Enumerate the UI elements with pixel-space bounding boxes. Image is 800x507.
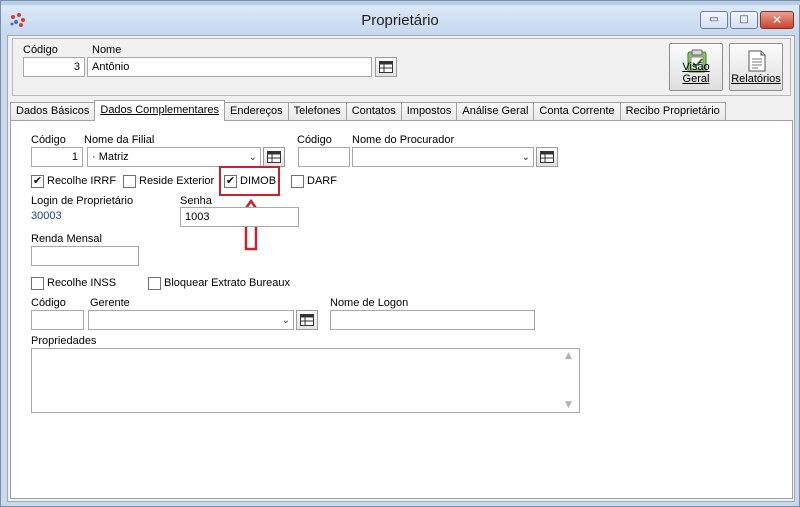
filial-codigo-label: Código <box>31 134 66 146</box>
codigo-label: Código <box>23 44 58 56</box>
recolhe-irrf-label: Recolhe IRRF <box>47 175 117 187</box>
tab-label: Dados Básicos <box>16 105 90 117</box>
tab-label: Contatos <box>351 105 396 117</box>
tab-dados-complementares[interactable]: Dados Complementares <box>94 100 225 121</box>
procurador-nome-label: Nome do Procurador <box>352 134 455 146</box>
tab-label: Conta Corrente <box>539 105 615 117</box>
check-mark-icon: ✔ <box>31 174 44 188</box>
checkbox-box <box>148 276 161 290</box>
tab-recibo-proprietario[interactable]: Recibo Proprietário <box>619 102 726 121</box>
app-window: Proprietário ▭ □ ✕ Código 3 Nome Antônio… <box>0 0 800 507</box>
gerente-codigo-label: Código <box>31 297 66 309</box>
procurador-code-field[interactable] <box>298 147 350 167</box>
tab-impostos[interactable]: Impostos <box>400 102 458 121</box>
check-mark-icon: ✔ <box>224 174 237 188</box>
lookup-grid-icon <box>540 151 554 163</box>
nome-label: Nome <box>92 44 122 56</box>
procurador-codigo-label: Código <box>297 134 332 146</box>
close-icon: ✕ <box>771 13 783 27</box>
relatorios-label: Relatórios <box>731 73 781 85</box>
recolhe-irrf-checkbox[interactable]: ✔ Recolhe IRRF <box>31 173 116 189</box>
filial-lookup-button[interactable] <box>263 147 285 167</box>
tab-contatos[interactable]: Contatos <box>345 102 402 121</box>
maximize-button[interactable]: □ <box>730 11 758 29</box>
scroll-down-icon: ▼ <box>565 400 572 410</box>
chevron-down-icon: ⌄ <box>521 152 530 163</box>
checkbox-box <box>31 276 44 290</box>
procurador-select[interactable]: ⌄ <box>352 147 534 167</box>
checkbox-box <box>291 174 304 188</box>
owner-lookup-button[interactable] <box>375 57 397 77</box>
owner-code-field[interactable]: 3 <box>23 57 85 77</box>
tab-label: Impostos <box>406 105 452 117</box>
recolhe-inss-checkbox[interactable]: Recolhe INSS <box>31 275 116 291</box>
senha-label: Senha <box>180 195 212 207</box>
window-title: Proprietário <box>361 12 439 29</box>
checkbox-box <box>123 174 136 188</box>
renda-mensal-field[interactable] <box>31 246 139 266</box>
dados-complementares-panel: Código 1 Nome da Filial · Matriz ⌄ Códig… <box>10 120 793 499</box>
senha-field[interactable]: 1003 <box>180 207 299 227</box>
chevron-down-icon: ⌄ <box>281 315 290 326</box>
tab-label: Recibo Proprietário <box>625 105 720 117</box>
bloquear-extrato-label: Bloquear Extrato Bureaux <box>164 277 290 289</box>
tab-label: Análise Geral <box>462 105 529 117</box>
gerente-code-field[interactable] <box>31 310 84 330</box>
visao-geral-label: Visão Geral <box>682 61 710 85</box>
propriedades-label: Propriedades <box>31 335 97 347</box>
dimob-label: DIMOB <box>240 175 277 187</box>
maximize-icon: □ <box>739 14 749 25</box>
lookup-grid-icon <box>300 314 314 326</box>
chevron-down-icon: ⌄ <box>248 152 257 163</box>
owner-name-field[interactable]: Antônio <box>87 57 372 77</box>
nome-logon-label: Nome de Logon <box>330 297 409 309</box>
window-client-area: Código 3 Nome Antônio Visão Geral Relató… <box>7 35 795 502</box>
filial-select[interactable]: · Matriz ⌄ <box>87 147 261 167</box>
tab-label: Endereços <box>230 105 283 117</box>
reside-exterior-label: Reside Exterior <box>139 175 215 187</box>
nome-logon-field[interactable] <box>330 310 535 330</box>
login-label: Login de Proprietário <box>31 195 134 207</box>
close-button[interactable]: ✕ <box>760 11 794 29</box>
darf-label: DARF <box>307 175 337 187</box>
login-value: 30003 <box>31 210 62 222</box>
tab-analise-geral[interactable]: Análise Geral <box>456 102 535 121</box>
title-bar[interactable]: Proprietário ▭ □ ✕ <box>1 5 799 35</box>
tab-label: Dados Complementares <box>100 104 219 116</box>
tab-enderecos[interactable]: Endereços <box>224 102 289 121</box>
procurador-lookup-button[interactable] <box>536 147 558 167</box>
renda-mensal-label: Renda Mensal <box>31 233 102 245</box>
gerente-label: Gerente <box>90 297 130 309</box>
bloquear-extrato-checkbox[interactable]: Bloquear Extrato Bureaux <box>148 275 290 291</box>
relatorios-button[interactable]: Relatórios <box>729 43 783 91</box>
tab-strip: Dados Básicos Dados Complementares Ender… <box>10 100 726 121</box>
dimob-checkbox[interactable]: ✔ DIMOB <box>224 173 276 189</box>
tab-conta-corrente[interactable]: Conta Corrente <box>533 102 621 121</box>
filial-nome-label: Nome da Filial <box>84 134 155 146</box>
owner-header-group: Código 3 Nome Antônio Visão Geral Relató… <box>12 38 791 96</box>
gerente-select[interactable]: ⌄ <box>88 310 294 330</box>
report-document-icon <box>748 50 766 72</box>
recolhe-inss-label: Recolhe INSS <box>47 277 117 289</box>
propriedades-scrollbar[interactable]: ▲ ▼ <box>563 349 579 412</box>
lookup-grid-icon <box>267 151 281 163</box>
tab-label: Telefones <box>293 105 341 117</box>
reside-exterior-checkbox[interactable]: Reside Exterior <box>123 173 214 189</box>
filial-code-field[interactable]: 1 <box>31 147 83 167</box>
filial-selected-value: · Matriz <box>92 151 129 163</box>
visao-geral-button[interactable]: Visão Geral <box>669 43 723 91</box>
tab-telefones[interactable]: Telefones <box>287 102 347 121</box>
minimize-button[interactable]: ▭ <box>700 11 728 29</box>
propriedades-textarea[interactable]: ▲ ▼ <box>31 348 580 413</box>
scroll-up-icon: ▲ <box>565 351 572 361</box>
darf-checkbox[interactable]: DARF <box>291 173 337 189</box>
tab-dados-basicos[interactable]: Dados Básicos <box>10 102 96 121</box>
lookup-grid-icon <box>379 61 393 73</box>
minimize-icon: ▭ <box>709 14 719 25</box>
gerente-lookup-button[interactable] <box>296 310 318 330</box>
